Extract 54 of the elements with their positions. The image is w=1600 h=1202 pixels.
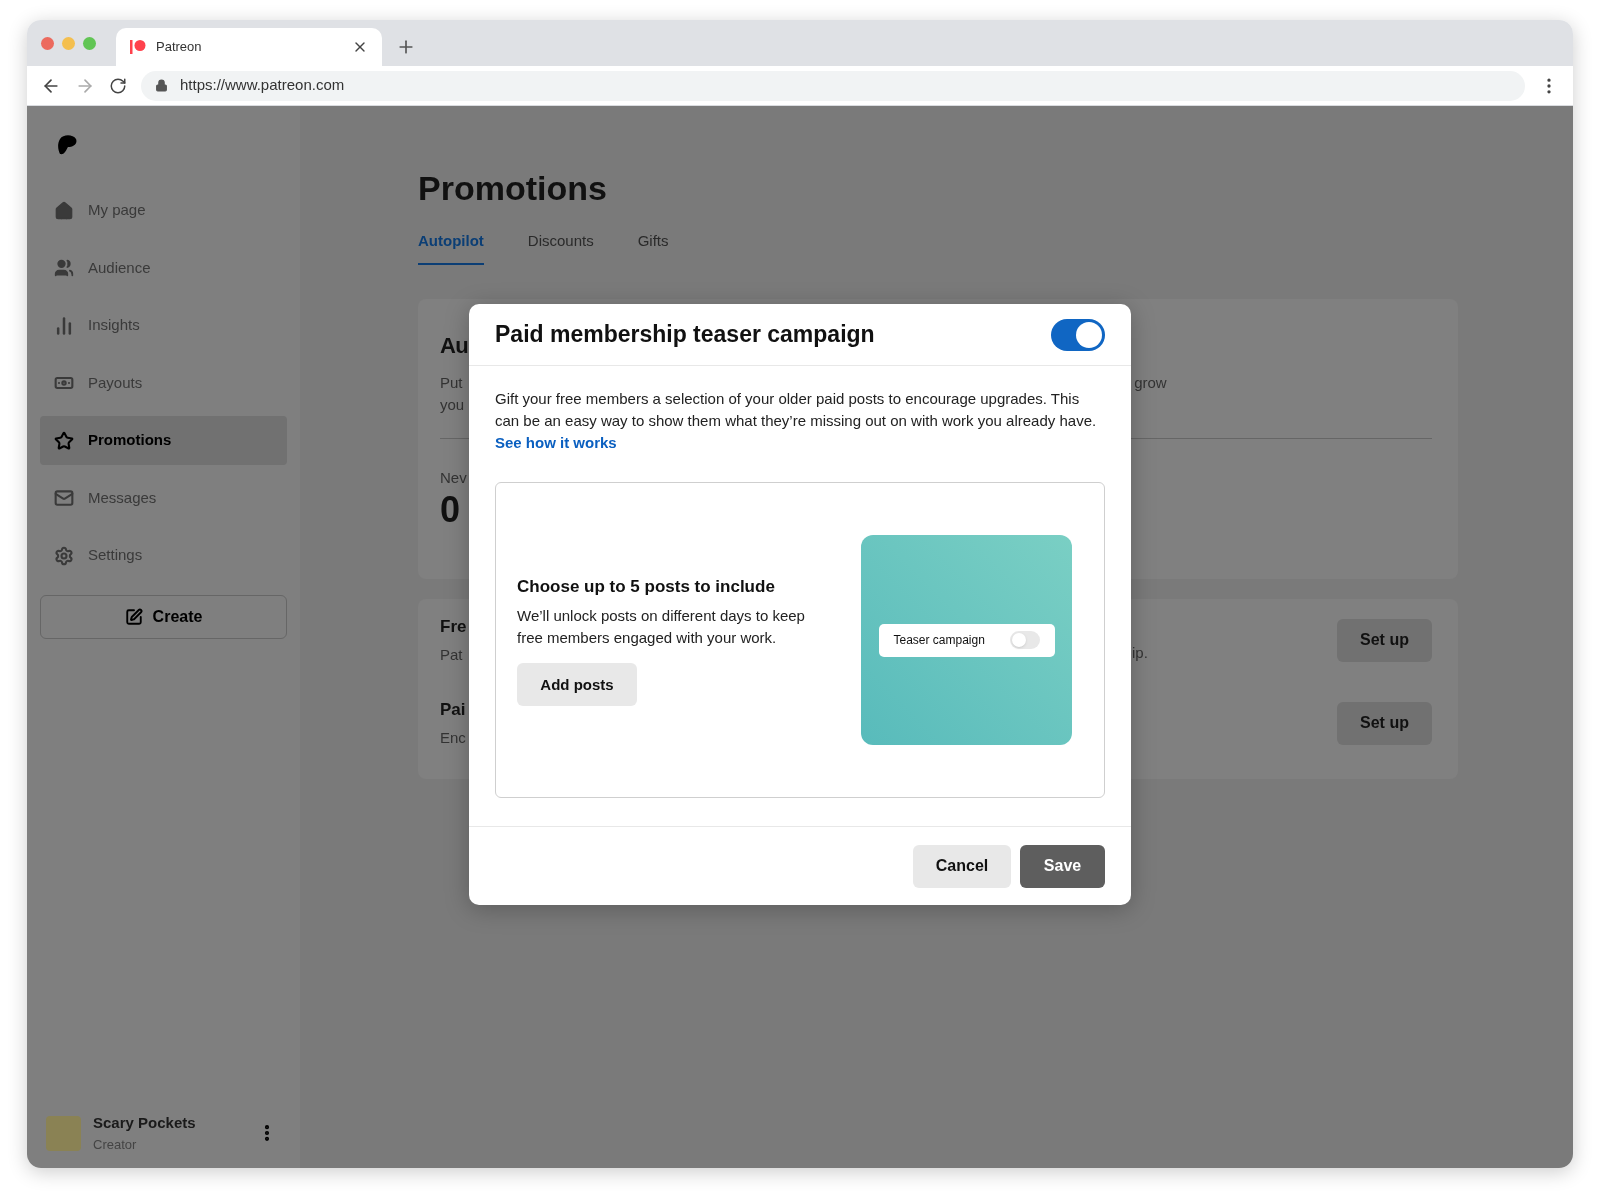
create-button[interactable]: Create bbox=[40, 595, 287, 639]
see-how-it-works-link[interactable]: See how it works bbox=[495, 434, 617, 451]
reload-icon[interactable] bbox=[109, 76, 127, 95]
logo-icon bbox=[130, 40, 146, 54]
row-title: Fre bbox=[440, 616, 467, 638]
avatar-image bbox=[46, 1115, 81, 1151]
row-title: Pai bbox=[440, 699, 466, 721]
panel-text: We’ll unlock posts on different days to keep free members engaged with your work. bbox=[517, 606, 806, 649]
card-text: grow bbox=[1134, 372, 1167, 393]
card-heading: Au bbox=[440, 331, 469, 360]
star-icon bbox=[54, 430, 74, 451]
row-text: Pat bbox=[440, 644, 463, 665]
tab[interactable]: Autopilot bbox=[418, 230, 484, 265]
browser-tab[interactable]: Patreon bbox=[116, 28, 382, 66]
panel-heading: Choose up to 5 posts to include bbox=[517, 575, 776, 598]
card-text: Put bbox=[440, 372, 464, 393]
sidebar-item[interactable]: Settings bbox=[40, 531, 287, 580]
add-posts-button[interactable]: Add posts bbox=[517, 663, 637, 707]
tab[interactable]: Discounts bbox=[527, 230, 594, 265]
sidebar-item[interactable]: My page bbox=[40, 186, 287, 235]
sidebar-item[interactable]: Insights bbox=[40, 301, 287, 350]
sidebar-item[interactable]: Audience bbox=[40, 243, 287, 293]
set-up-button[interactable]: Set up bbox=[1337, 701, 1432, 745]
pencil-icon bbox=[124, 608, 143, 626]
url-text: https://www.patreon.com bbox=[180, 75, 345, 96]
settings-icon bbox=[54, 545, 74, 566]
set-up-button[interactable]: Set up bbox=[1337, 618, 1432, 662]
envelope-icon bbox=[54, 488, 74, 508]
toggle-switch[interactable] bbox=[1051, 318, 1105, 351]
row-text: ip. bbox=[1132, 642, 1148, 663]
address-field[interactable]: https://www.patreon.com bbox=[141, 70, 1525, 101]
preview-label: Teaser campaign bbox=[893, 632, 985, 649]
people-icon bbox=[54, 258, 74, 278]
lock-icon bbox=[155, 79, 168, 92]
page-title: Promotions bbox=[418, 168, 608, 209]
modal-description: Gift your free members a selection of your older paid posts to encourage upgrades. This can be an easy way to show them what they’re missing out on with work you already have. See how it works bbox=[495, 389, 1098, 453]
sidebar-item[interactable]: Payouts bbox=[40, 358, 287, 408]
row-text: Enc bbox=[440, 727, 466, 748]
cancel-button[interactable]: Cancel bbox=[913, 844, 1011, 888]
sidebar-item[interactable]: Promotions bbox=[40, 416, 287, 465]
toggle-switch[interactable] bbox=[1009, 631, 1040, 649]
sidebar-item[interactable]: Messages bbox=[40, 473, 287, 523]
tab-title: Patreon bbox=[156, 38, 203, 57]
modal-title: Paid membership teaser campaign bbox=[495, 320, 875, 350]
stat-value: 0 bbox=[440, 489, 462, 531]
card-text: you bbox=[440, 394, 465, 415]
user-role: Creator bbox=[93, 1135, 138, 1154]
stat-label: Nev bbox=[440, 467, 468, 488]
home-icon bbox=[54, 200, 74, 221]
user-name: Scary Pockets bbox=[93, 1113, 197, 1133]
tab[interactable]: Gifts bbox=[637, 230, 669, 265]
bar-chart-icon bbox=[54, 315, 74, 336]
save-button[interactable]: Save bbox=[1020, 844, 1105, 888]
logo-icon bbox=[57, 134, 77, 156]
